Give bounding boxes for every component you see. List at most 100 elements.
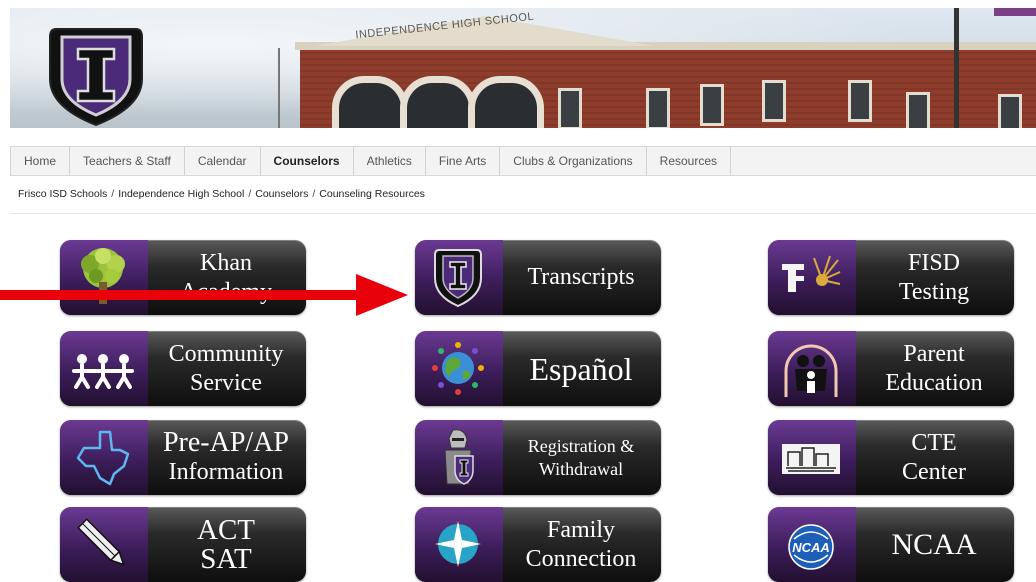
nav-item-teachers-staff[interactable]: Teachers & Staff [70,147,185,175]
tile-label-line2: Connection [525,545,637,572]
pre-ap-ap-information-button[interactable]: Pre-AP/AP Information [60,420,306,495]
tile-label-line1: Parent [903,340,965,367]
family-connection-button[interactable]: Family Connection [415,507,661,582]
tile-label: ACT SAT [152,507,300,582]
nav-item-counselors[interactable]: Counselors [261,147,354,175]
annotation-arrow-shaft [0,290,360,300]
nav-item-resources[interactable]: Resources [647,147,732,175]
tile-icon-box [60,331,148,406]
tile-label: Parent Education [860,331,1008,406]
tile-label-line1: Transcripts [527,264,635,290]
compass-star-icon [435,521,481,567]
tile-label: Registration & Withdrawal [507,420,655,495]
building-arch [332,76,408,128]
annotation-arrow-head [356,274,408,316]
breadcrumb-current: Counseling Resources [319,188,425,200]
tile-label: Español [507,331,655,406]
community-service-button[interactable]: Community Service [60,331,306,406]
building-arch [468,76,544,128]
tile-icon-box [415,240,503,315]
tile-label-line1: CTE [911,429,957,456]
tile-icon-box [768,420,856,495]
people-chain-icon [72,354,134,389]
building-window [558,88,582,128]
act-sat-button[interactable]: ACT SAT [60,507,306,582]
building-icon [782,444,840,474]
building-window [646,88,670,128]
breadcrumb-separator: / [312,188,316,200]
tile-label-line1: Español [529,350,633,387]
building-window [906,92,930,128]
school-shield-logo-icon[interactable] [42,21,150,128]
tile-label-line1: Registration & [527,435,635,456]
tile-label-line2: Service [190,369,262,396]
tile-label: Community Service [152,331,300,406]
tile-label-line2: SAT [200,542,252,575]
transcripts-button[interactable]: Transcripts [415,240,661,315]
family-icon [784,344,838,397]
tile-label: Transcripts [507,240,655,315]
breadcrumb-separator: / [111,188,115,200]
breadcrumb-item[interactable]: Independence High School [118,188,244,200]
tile-icon-box [60,507,148,582]
tile-icon-box [415,507,503,582]
tile-label: Family Connection [507,507,655,582]
tile-label: Pre-AP/AP Information [152,420,300,495]
lamp-post [278,48,280,128]
building-window [848,80,872,122]
tile-label-line1: FISD [907,249,961,276]
tile-icon-box [768,240,856,315]
tile-label-line2: Center [902,458,966,485]
registration-withdrawal-button[interactable]: Registration & Withdrawal [415,420,661,495]
tile-icon-box [60,420,148,495]
tile-label-line2: Withdrawal [538,458,624,479]
tile-label-line1: Community [168,340,284,367]
tile-label-line1: NCAA [891,527,977,561]
breadcrumb-separator: / [248,188,252,200]
shield-logo-icon [434,249,482,308]
globe-people-icon [432,342,484,395]
nav-item-calendar[interactable]: Calendar [185,147,261,175]
fisd-testing-button[interactable]: FISD Testing [768,240,1014,315]
tile-icon-box [768,331,856,406]
building-window [762,80,786,122]
building-arch [400,76,476,128]
tile-icon-box [415,420,503,495]
tile-label-line1: Pre-AP/AP [162,427,289,458]
flag-pole [954,8,959,128]
espanol-button[interactable]: Español [415,331,661,406]
nav-filler [731,147,1036,175]
building-window [998,94,1022,128]
building-window [700,84,724,126]
breadcrumb-item[interactable]: Frisco ISD Schools [18,188,107,200]
tile-label-line2: Testing [898,278,970,305]
content-divider [10,213,1036,214]
ncaa-badge-text: NCAA [792,540,830,555]
nav-item-fine-arts[interactable]: Fine Arts [426,147,501,175]
ncaa-button[interactable]: NCAA NCAA [768,507,1014,582]
nav-item-clubs-organizations[interactable]: Clubs & Organizations [500,147,647,175]
pencil-icon [77,518,125,566]
tile-label: NCAA [860,507,1008,582]
tile-label-line1: ACT [197,513,255,546]
tile-icon-box: NCAA [768,507,856,582]
knight-icon [444,429,474,485]
annotation-arrow [0,274,408,316]
nav-item-athletics[interactable]: Athletics [354,147,426,175]
main-nav: Home Teachers & Staff Calendar Counselor… [10,146,1036,176]
breadcrumb-item[interactable]: Counselors [255,188,308,200]
tile-label: CTE Center [860,420,1008,495]
tile-icon-box [415,331,503,406]
parent-education-button[interactable]: Parent Education [768,331,1014,406]
cte-center-button[interactable]: CTE Center [768,420,1014,495]
nav-item-home[interactable]: Home [10,147,71,175]
tile-label: FISD Testing [860,240,1008,315]
breadcrumb: Frisco ISD Schools / Independence High Sch… [18,188,425,200]
header-banner: INDEPENDENCE HIGH SCHOOL [10,8,1036,128]
tile-label-line2: Education [885,369,983,396]
tile-label-line2: Information [168,459,284,485]
ncaa-logo-icon: NCAA [788,524,834,570]
fisd-logo-icon [782,255,841,292]
tile-label-line1: Family [546,516,615,543]
corner-tab[interactable] [994,8,1036,16]
